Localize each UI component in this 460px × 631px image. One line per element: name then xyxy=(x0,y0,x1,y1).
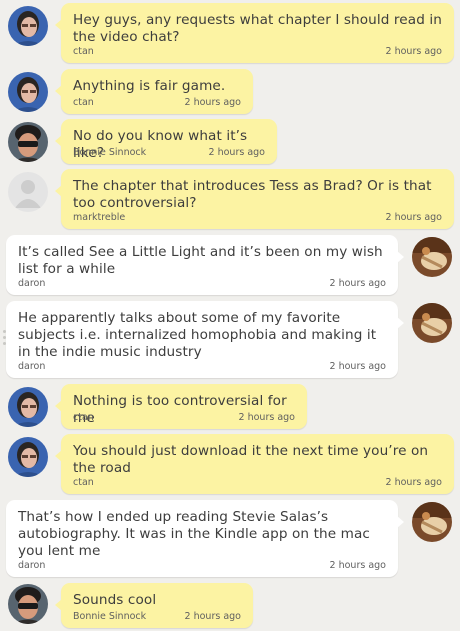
handle-dot xyxy=(3,342,6,345)
user-photo-icon xyxy=(8,72,48,112)
message-time: 2 hours ago xyxy=(238,412,295,423)
message-time: 2 hours ago xyxy=(329,361,386,372)
chat-message: Anything is fair game. ctan 2 hours ago xyxy=(0,66,460,116)
bubble-tail xyxy=(55,135,62,147)
message-time: 2 hours ago xyxy=(385,46,442,57)
bubble-tail xyxy=(55,85,62,97)
message-author[interactable]: Bonnie Sinnock xyxy=(73,611,146,622)
avatar-bonnie[interactable] xyxy=(8,122,48,162)
message-time: 2 hours ago xyxy=(385,212,442,223)
user-photo-icon xyxy=(412,303,452,343)
avatar-daron[interactable] xyxy=(412,237,452,277)
bubble-tail xyxy=(55,599,62,611)
chat-message: Nothing is too controversial for me ctan… xyxy=(0,381,460,431)
avatar-ctan[interactable] xyxy=(8,387,48,427)
message-text: Anything is fair game. xyxy=(73,78,226,94)
message-bubble: It’s called See a Little Light and it’s … xyxy=(6,235,404,295)
chat-message: Sounds cool Bonnie Sinnock 2 hours ago xyxy=(0,580,460,630)
message-text: The chapter that introduces Tess as Brad… xyxy=(73,178,432,211)
message-meta: daron 2 hours ago xyxy=(18,559,386,571)
message-meta: marktreble 2 hours ago xyxy=(73,211,442,223)
resize-handle[interactable] xyxy=(3,330,7,350)
message-text: It’s called See a Little Light and it’s … xyxy=(18,244,383,277)
message-author[interactable]: ctan xyxy=(73,46,94,57)
message-meta: daron 2 hours ago xyxy=(18,360,386,372)
message-bubble: Nothing is too controversial for me ctan… xyxy=(55,384,307,429)
avatar-ctan[interactable] xyxy=(8,6,48,46)
message-time: 2 hours ago xyxy=(208,147,265,158)
avatar-daron[interactable] xyxy=(412,502,452,542)
chat-message: The chapter that introduces Tess as Brad… xyxy=(0,166,460,232)
message-text: Sounds cool xyxy=(73,592,157,608)
message-meta: Bonnie Sinnock 2 hours ago xyxy=(73,146,265,158)
chat-message: You should just download it the next tim… xyxy=(0,431,460,497)
bubble-tail xyxy=(397,251,404,263)
message-author[interactable]: daron xyxy=(18,278,45,289)
message-author[interactable]: daron xyxy=(18,560,45,571)
message-time: 2 hours ago xyxy=(385,477,442,488)
message-meta: ctan 2 hours ago xyxy=(73,45,442,57)
message-bubble: You should just download it the next tim… xyxy=(55,434,454,494)
message-bubble: Anything is fair game. ctan 2 hours ago xyxy=(55,69,253,114)
message-bubble: The chapter that introduces Tess as Brad… xyxy=(55,169,454,229)
message-author[interactable]: daron xyxy=(18,361,45,372)
message-text: He apparently talks about some of my fav… xyxy=(18,310,377,360)
chat-message: Hey guys, any requests what chapter I sh… xyxy=(0,0,460,66)
chat-message: No do you know what it’s like? Bonnie Si… xyxy=(0,116,460,166)
message-author[interactable]: ctan xyxy=(73,97,94,108)
avatar-ctan[interactable] xyxy=(8,437,48,477)
message-meta: daron 2 hours ago xyxy=(18,277,386,289)
avatar-bonnie[interactable] xyxy=(8,584,48,624)
user-photo-icon xyxy=(8,122,48,162)
message-meta: Bonnie Sinnock 2 hours ago xyxy=(73,610,241,622)
bubble-tail xyxy=(55,450,62,462)
chat-message: That’s how I ended up reading Stevie Sal… xyxy=(0,497,460,580)
bubble-tail xyxy=(55,185,62,197)
message-text: That’s how I ended up reading Stevie Sal… xyxy=(18,509,370,559)
message-bubble: No do you know what it’s like? Bonnie Si… xyxy=(55,119,277,164)
bubble-tail xyxy=(55,400,62,412)
message-text: You should just download it the next tim… xyxy=(73,443,429,476)
user-photo-icon xyxy=(8,6,48,46)
message-author[interactable]: ctan xyxy=(73,412,94,423)
message-time: 2 hours ago xyxy=(329,560,386,571)
message-author[interactable]: marktreble xyxy=(73,212,125,223)
default-user-icon xyxy=(8,172,48,212)
user-photo-icon xyxy=(412,502,452,542)
message-meta: ctan 2 hours ago xyxy=(73,476,442,488)
user-photo-icon xyxy=(8,437,48,477)
avatar-ctan[interactable] xyxy=(8,72,48,112)
bubble-tail xyxy=(397,516,404,528)
message-bubble: That’s how I ended up reading Stevie Sal… xyxy=(6,500,404,577)
handle-dot xyxy=(3,336,6,339)
message-meta: ctan 2 hours ago xyxy=(73,411,295,423)
avatar-default[interactable] xyxy=(8,172,48,212)
avatar-daron[interactable] xyxy=(412,303,452,343)
handle-dot xyxy=(3,330,6,333)
message-author[interactable]: ctan xyxy=(73,477,94,488)
message-bubble: He apparently talks about some of my fav… xyxy=(6,301,404,378)
message-bubble: Hey guys, any requests what chapter I sh… xyxy=(55,3,454,63)
message-author[interactable]: Bonnie Sinnock xyxy=(73,147,146,158)
message-time: 2 hours ago xyxy=(184,611,241,622)
user-photo-icon xyxy=(8,387,48,427)
chat-message: It’s called See a Little Light and it’s … xyxy=(0,232,460,298)
chat-message: He apparently talks about some of my fav… xyxy=(0,298,460,381)
message-time: 2 hours ago xyxy=(329,278,386,289)
user-photo-icon xyxy=(412,237,452,277)
bubble-tail xyxy=(397,317,404,329)
message-text: Hey guys, any requests what chapter I sh… xyxy=(73,12,442,45)
message-meta: ctan 2 hours ago xyxy=(73,96,241,108)
message-bubble: Sounds cool Bonnie Sinnock 2 hours ago xyxy=(55,583,253,628)
message-time: 2 hours ago xyxy=(184,97,241,108)
user-photo-icon xyxy=(8,584,48,624)
bubble-tail xyxy=(55,19,62,31)
